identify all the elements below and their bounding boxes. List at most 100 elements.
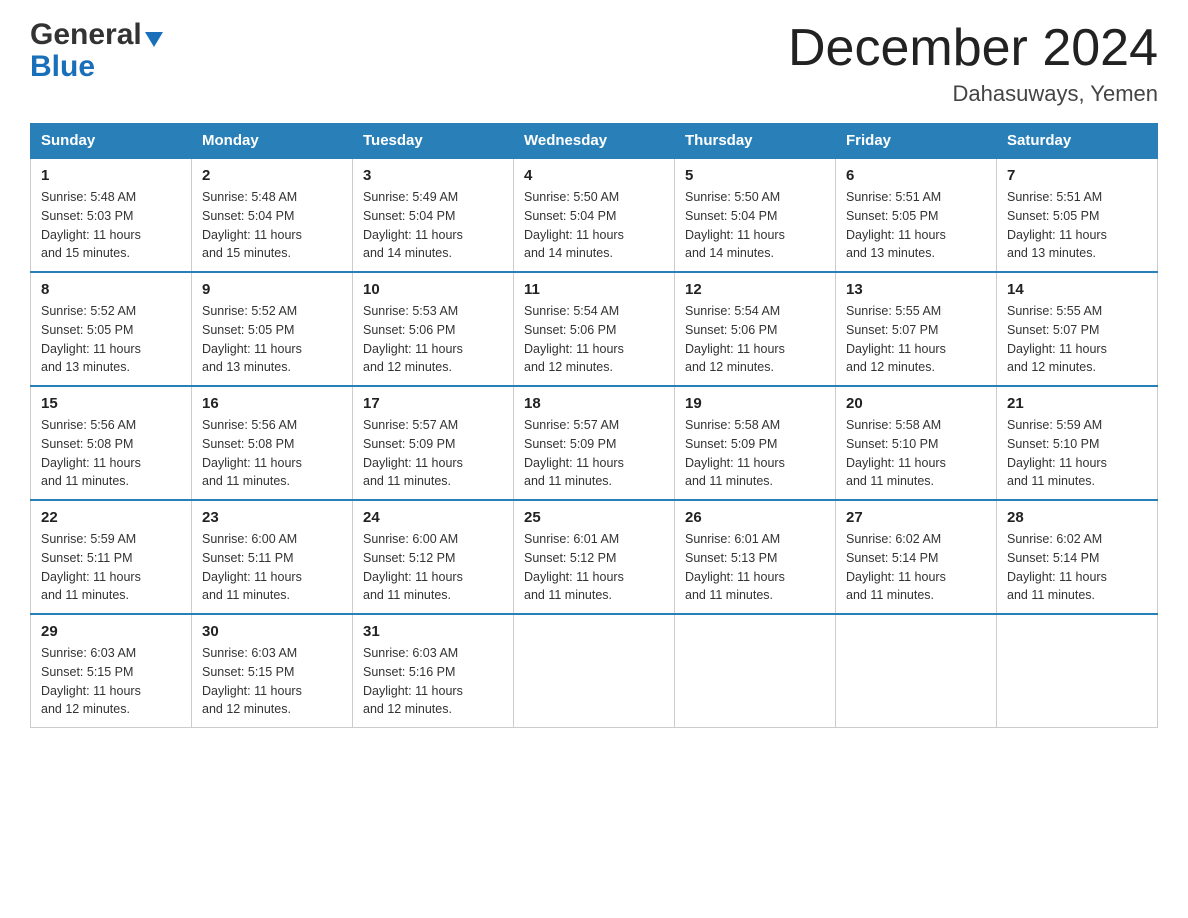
logo-general-text: General <box>30 20 142 50</box>
day-info: Sunrise: 5:50 AMSunset: 5:04 PMDaylight:… <box>524 188 664 263</box>
col-header-monday: Monday <box>192 124 353 159</box>
calendar-cell: 20 Sunrise: 5:58 AMSunset: 5:10 PMDayligh… <box>836 386 997 500</box>
calendar-cell: 9 Sunrise: 5:52 AMSunset: 5:05 PMDaylight… <box>192 272 353 386</box>
day-info: Sunrise: 5:55 AMSunset: 5:07 PMDaylight:… <box>846 302 986 377</box>
month-title: December 2024 <box>788 20 1158 77</box>
day-number: 26 <box>685 509 825 526</box>
day-number: 4 <box>524 167 664 184</box>
logo-triangle-icon <box>145 32 163 47</box>
day-info: Sunrise: 6:03 AMSunset: 5:16 PMDaylight:… <box>363 644 503 719</box>
calendar-cell: 7 Sunrise: 5:51 AMSunset: 5:05 PMDaylight… <box>997 158 1158 272</box>
week-row-1: 1 Sunrise: 5:48 AMSunset: 5:03 PMDaylight… <box>31 158 1158 272</box>
calendar-cell: 16Sunrise: 5:56 AMSunset: 5:08 PMDayligh… <box>192 386 353 500</box>
day-number: 25 <box>524 509 664 526</box>
day-info: Sunrise: 5:50 AMSunset: 5:04 PMDaylight:… <box>685 188 825 263</box>
day-number: 30 <box>202 623 342 640</box>
calendar-cell: 2 Sunrise: 5:48 AMSunset: 5:04 PMDaylight… <box>192 158 353 272</box>
day-info: Sunrise: 6:01 AMSunset: 5:13 PMDaylight:… <box>685 530 825 605</box>
day-info: Sunrise: 5:51 AMSunset: 5:05 PMDaylight:… <box>846 188 986 263</box>
calendar-cell <box>997 614 1158 728</box>
day-info: Sunrise: 5:58 AMSunset: 5:10 PMDaylight:… <box>846 416 986 491</box>
day-info: Sunrise: 5:48 AMSunset: 5:03 PMDaylight:… <box>41 188 181 263</box>
day-number: 9 <box>202 281 342 298</box>
col-header-friday: Friday <box>836 124 997 159</box>
calendar-cell: 30 Sunrise: 6:03 AMSunset: 5:15 PMDayligh… <box>192 614 353 728</box>
calendar-cell <box>836 614 997 728</box>
title-block: December 2024 Dahasuways, Yemen <box>788 20 1158 107</box>
week-row-3: 15 Sunrise: 5:56 AMSunset: 5:08 PMDayligh… <box>31 386 1158 500</box>
day-info: Sunrise: 6:02 AMSunset: 5:14 PMDaylight:… <box>846 530 986 605</box>
day-info: Sunrise: 5:54 AMSunset: 5:06 PMDaylight:… <box>524 302 664 377</box>
day-number: 24 <box>363 509 503 526</box>
day-info: Sunrise: 5:56 AMSunset: 5:08 PMDaylight:… <box>41 416 181 491</box>
day-info: Sunrise: 5:53 AMSunset: 5:06 PMDaylight:… <box>363 302 503 377</box>
day-number: 2 <box>202 167 342 184</box>
calendar-cell: 4 Sunrise: 5:50 AMSunset: 5:04 PMDaylight… <box>514 158 675 272</box>
day-info: Sunrise: 5:55 AMSunset: 5:07 PMDaylight:… <box>1007 302 1147 377</box>
calendar-cell: 6 Sunrise: 5:51 AMSunset: 5:05 PMDaylight… <box>836 158 997 272</box>
day-info: Sunrise: 5:58 AMSunset: 5:09 PMDaylight:… <box>685 416 825 491</box>
calendar-cell: 1 Sunrise: 5:48 AMSunset: 5:03 PMDaylight… <box>31 158 192 272</box>
day-number: 3 <box>363 167 503 184</box>
calendar-table: SundayMondayTuesdayWednesdayThursdayFrid… <box>30 123 1158 728</box>
col-header-saturday: Saturday <box>997 124 1158 159</box>
calendar-cell: 18Sunrise: 5:57 AMSunset: 5:09 PMDayligh… <box>514 386 675 500</box>
col-header-thursday: Thursday <box>675 124 836 159</box>
day-info: Sunrise: 5:59 AMSunset: 5:11 PMDaylight:… <box>41 530 181 605</box>
calendar-cell: 8 Sunrise: 5:52 AMSunset: 5:05 PMDaylight… <box>31 272 192 386</box>
col-header-tuesday: Tuesday <box>353 124 514 159</box>
calendar-header-row: SundayMondayTuesdayWednesdayThursdayFrid… <box>31 124 1158 159</box>
calendar-cell: 13Sunrise: 5:55 AMSunset: 5:07 PMDayligh… <box>836 272 997 386</box>
calendar-cell: 24 Sunrise: 6:00 AMSunset: 5:12 PMDayligh… <box>353 500 514 614</box>
calendar-cell: 5 Sunrise: 5:50 AMSunset: 5:04 PMDaylight… <box>675 158 836 272</box>
day-info: Sunrise: 6:01 AMSunset: 5:12 PMDaylight:… <box>524 530 664 605</box>
day-number: 12 <box>685 281 825 298</box>
week-row-4: 22 Sunrise: 5:59 AMSunset: 5:11 PMDayligh… <box>31 500 1158 614</box>
calendar-cell: 29 Sunrise: 6:03 AMSunset: 5:15 PMDayligh… <box>31 614 192 728</box>
day-number: 11 <box>524 281 664 298</box>
day-info: Sunrise: 5:59 AMSunset: 5:10 PMDaylight:… <box>1007 416 1147 491</box>
day-info: Sunrise: 5:51 AMSunset: 5:05 PMDaylight:… <box>1007 188 1147 263</box>
day-info: Sunrise: 6:00 AMSunset: 5:11 PMDaylight:… <box>202 530 342 605</box>
location-subtitle: Dahasuways, Yemen <box>788 81 1158 107</box>
logo-blue-text: Blue <box>30 50 163 83</box>
calendar-cell: 25 Sunrise: 6:01 AMSunset: 5:12 PMDayligh… <box>514 500 675 614</box>
calendar-cell: 15 Sunrise: 5:56 AMSunset: 5:08 PMDayligh… <box>31 386 192 500</box>
logo: General Blue <box>30 20 163 83</box>
day-info: Sunrise: 6:03 AMSunset: 5:15 PMDaylight:… <box>41 644 181 719</box>
calendar-cell: 11 Sunrise: 5:54 AMSunset: 5:06 PMDayligh… <box>514 272 675 386</box>
day-number: 16 <box>202 395 342 412</box>
calendar-cell: 27Sunrise: 6:02 AMSunset: 5:14 PMDayligh… <box>836 500 997 614</box>
day-number: 21 <box>1007 395 1147 412</box>
calendar-cell: 14Sunrise: 5:55 AMSunset: 5:07 PMDayligh… <box>997 272 1158 386</box>
day-number: 20 <box>846 395 986 412</box>
day-number: 10 <box>363 281 503 298</box>
day-info: Sunrise: 5:48 AMSunset: 5:04 PMDaylight:… <box>202 188 342 263</box>
day-info: Sunrise: 6:03 AMSunset: 5:15 PMDaylight:… <box>202 644 342 719</box>
day-number: 17 <box>363 395 503 412</box>
day-number: 1 <box>41 167 181 184</box>
day-info: Sunrise: 6:00 AMSunset: 5:12 PMDaylight:… <box>363 530 503 605</box>
day-number: 31 <box>363 623 503 640</box>
calendar-cell: 12Sunrise: 5:54 AMSunset: 5:06 PMDayligh… <box>675 272 836 386</box>
calendar-cell: 21 Sunrise: 5:59 AMSunset: 5:10 PMDayligh… <box>997 386 1158 500</box>
calendar-cell: 19 Sunrise: 5:58 AMSunset: 5:09 PMDayligh… <box>675 386 836 500</box>
day-number: 19 <box>685 395 825 412</box>
day-number: 6 <box>846 167 986 184</box>
day-number: 15 <box>41 395 181 412</box>
day-number: 7 <box>1007 167 1147 184</box>
col-header-wednesday: Wednesday <box>514 124 675 159</box>
calendar-cell <box>514 614 675 728</box>
calendar-cell: 22 Sunrise: 5:59 AMSunset: 5:11 PMDayligh… <box>31 500 192 614</box>
week-row-2: 8 Sunrise: 5:52 AMSunset: 5:05 PMDaylight… <box>31 272 1158 386</box>
day-info: Sunrise: 5:52 AMSunset: 5:05 PMDaylight:… <box>202 302 342 377</box>
day-number: 29 <box>41 623 181 640</box>
day-number: 22 <box>41 509 181 526</box>
week-row-5: 29 Sunrise: 6:03 AMSunset: 5:15 PMDayligh… <box>31 614 1158 728</box>
calendar-cell: 3Sunrise: 5:49 AMSunset: 5:04 PMDaylight… <box>353 158 514 272</box>
calendar-cell: 31 Sunrise: 6:03 AMSunset: 5:16 PMDayligh… <box>353 614 514 728</box>
day-number: 8 <box>41 281 181 298</box>
day-number: 5 <box>685 167 825 184</box>
calendar-cell <box>675 614 836 728</box>
day-info: Sunrise: 5:52 AMSunset: 5:05 PMDaylight:… <box>41 302 181 377</box>
